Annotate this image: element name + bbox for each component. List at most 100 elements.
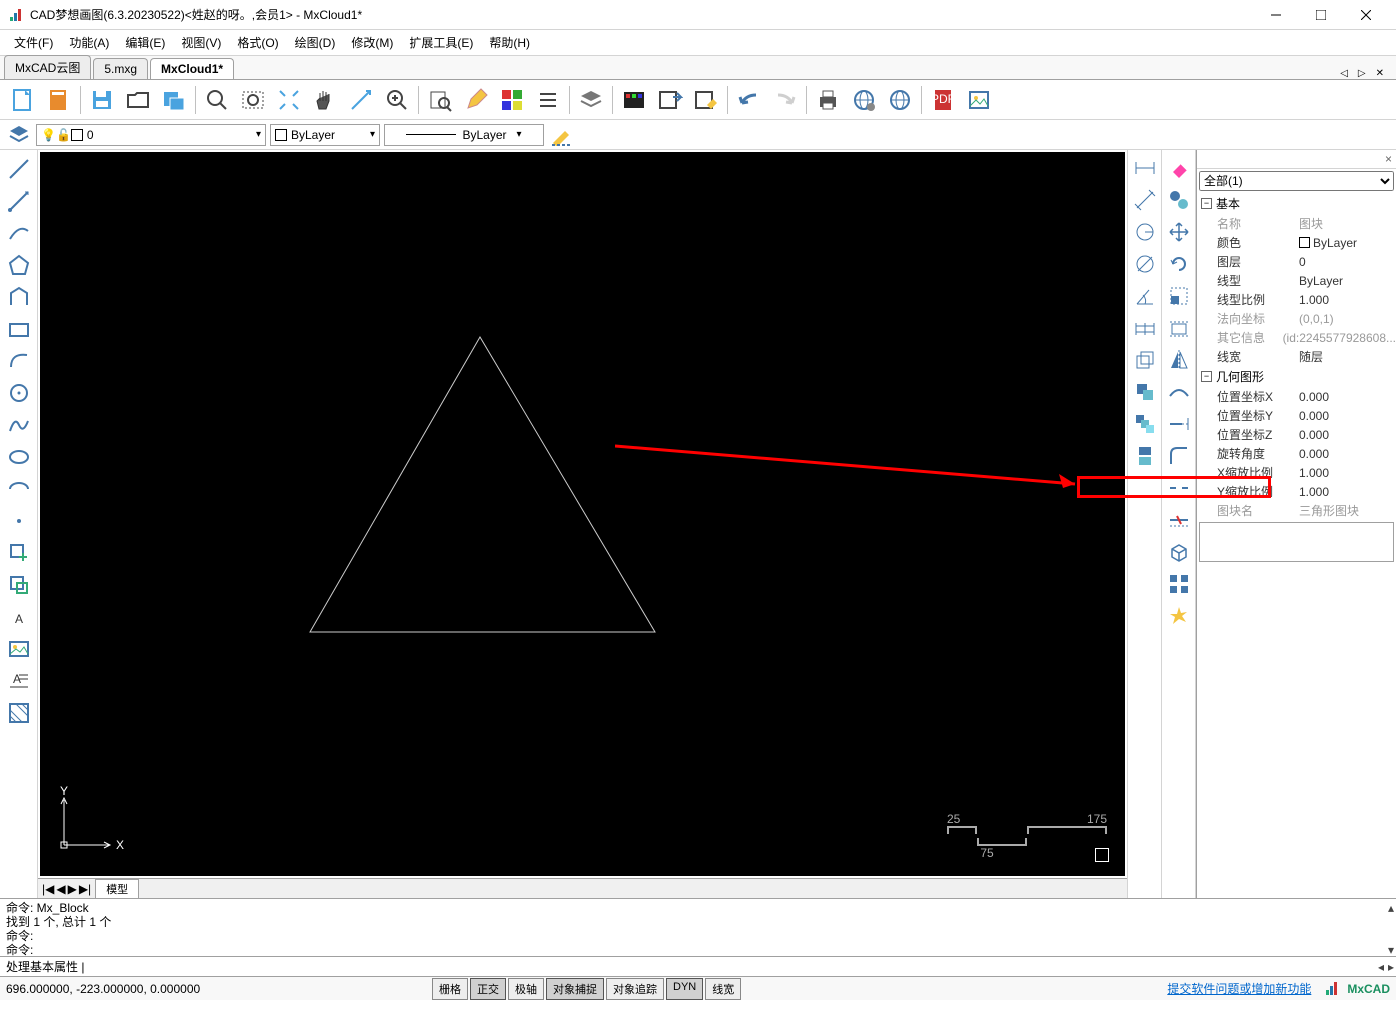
dim-diameter-icon[interactable]: [1131, 250, 1159, 278]
edit-icon[interactable]: [459, 83, 493, 117]
tab-next-icon[interactable]: ▷: [1354, 68, 1370, 79]
menu-function[interactable]: 功能(A): [63, 32, 115, 53]
dim-aligned-icon[interactable]: [1131, 186, 1159, 214]
zoom-extents-icon[interactable]: [272, 83, 306, 117]
prop-row[interactable]: 图层0: [1197, 252, 1396, 271]
rectangle-icon[interactable]: [4, 314, 34, 344]
status-toggle-正交[interactable]: 正交: [470, 978, 506, 1000]
line-icon[interactable]: [4, 154, 34, 184]
print-icon[interactable]: [811, 83, 845, 117]
prop-row[interactable]: X缩放比例1.000: [1197, 463, 1396, 482]
tab-mxcloud1[interactable]: MxCloud1*: [150, 58, 234, 79]
drawing-canvas[interactable]: Y X 25175 75: [40, 152, 1125, 876]
status-toggle-对象捕捉[interactable]: 对象捕捉: [546, 978, 604, 1000]
arc3-icon[interactable]: [4, 346, 34, 376]
status-toggle-极轴[interactable]: 极轴: [508, 978, 544, 1000]
zoom-window-icon[interactable]: [236, 83, 270, 117]
pdf-icon[interactable]: PDF: [926, 83, 960, 117]
prop-row[interactable]: 名称图块: [1197, 214, 1396, 233]
mirror-icon[interactable]: [1165, 346, 1193, 374]
array-icon[interactable]: [1165, 570, 1193, 598]
tool-cube-icon[interactable]: [1131, 346, 1159, 374]
prop-row[interactable]: 其它信息(id:2245577928608...: [1197, 328, 1396, 347]
redo-icon[interactable]: [768, 83, 802, 117]
pan-icon[interactable]: [308, 83, 342, 117]
spline-icon[interactable]: [4, 410, 34, 440]
feedback-link[interactable]: 提交软件问题或增加新功能: [1167, 980, 1311, 997]
measure-icon[interactable]: [344, 83, 378, 117]
menu-help[interactable]: 帮助(H): [483, 32, 536, 53]
layer-icon[interactable]: [574, 83, 608, 117]
layers-icon[interactable]: [6, 122, 32, 148]
save-as-icon[interactable]: [157, 83, 191, 117]
mtext-icon[interactable]: A: [4, 666, 34, 696]
sheet-next-icon[interactable]: ▶: [68, 882, 77, 896]
extend-icon[interactable]: [1165, 410, 1193, 438]
box3d-icon[interactable]: [1165, 538, 1193, 566]
text-icon[interactable]: A: [4, 602, 34, 632]
dim-radius-icon[interactable]: [1131, 218, 1159, 246]
status-toggle-DYN[interactable]: DYN: [666, 978, 703, 1000]
dim-continue-icon[interactable]: [1131, 314, 1159, 342]
new-cloud-icon[interactable]: [42, 83, 76, 117]
block-insert-icon[interactable]: [4, 538, 34, 568]
status-toggle-线宽[interactable]: 线宽: [705, 978, 741, 1000]
move-icon[interactable]: [1165, 218, 1193, 246]
circle-icon[interactable]: [4, 378, 34, 408]
prop-row[interactable]: 线型ByLayer: [1197, 271, 1396, 290]
command-input[interactable]: 处理基本属性 | ◂▸: [0, 956, 1396, 976]
close-button[interactable]: [1343, 1, 1388, 29]
section-basic[interactable]: −基本: [1197, 193, 1396, 214]
web-icon[interactable]: [883, 83, 917, 117]
new-file-icon[interactable]: [6, 83, 40, 117]
sheet-first-icon[interactable]: |◀: [42, 882, 54, 896]
polygon-icon[interactable]: [4, 250, 34, 280]
save-icon[interactable]: [85, 83, 119, 117]
property-edit-box[interactable]: [1199, 522, 1394, 562]
hatch-icon[interactable]: [4, 698, 34, 728]
find-icon[interactable]: [423, 83, 457, 117]
scroll-up-icon[interactable]: ▴: [1388, 901, 1394, 915]
prop-row[interactable]: 图块名三角形图块: [1197, 501, 1396, 520]
copy3-icon[interactable]: [1131, 410, 1159, 438]
highlight-icon[interactable]: [689, 83, 723, 117]
polyline-close-icon[interactable]: [4, 282, 34, 312]
undo-icon[interactable]: [732, 83, 766, 117]
panel-close-icon[interactable]: ×: [1385, 152, 1392, 166]
prop-row[interactable]: 旋转角度0.000: [1197, 444, 1396, 463]
menu-draw[interactable]: 绘图(D): [289, 32, 342, 53]
minimize-button[interactable]: [1253, 1, 1298, 29]
section-geometry[interactable]: −几何图形: [1197, 366, 1396, 387]
ellipse-icon[interactable]: [4, 442, 34, 472]
zoom-in-icon[interactable]: [380, 83, 414, 117]
menu-edit[interactable]: 编辑(E): [119, 32, 171, 53]
palette-icon[interactable]: [617, 83, 651, 117]
ray-icon[interactable]: [4, 186, 34, 216]
sheet-last-icon[interactable]: ▶|: [79, 882, 91, 896]
scale-icon[interactable]: [1165, 282, 1193, 310]
scroll-right-icon[interactable]: ▸: [1388, 960, 1394, 974]
arc-icon[interactable]: [4, 218, 34, 248]
tab-prev-icon[interactable]: ◁: [1336, 68, 1352, 79]
prop-row[interactable]: 线宽随层: [1197, 347, 1396, 366]
rotate-icon[interactable]: [1165, 250, 1193, 278]
tab-5mxg[interactable]: 5.mxg: [93, 58, 148, 79]
break-at-icon[interactable]: [1165, 506, 1193, 534]
move-down-icon[interactable]: [1131, 442, 1159, 470]
list-icon[interactable]: [531, 83, 565, 117]
ellipse-arc-icon[interactable]: [4, 474, 34, 504]
prop-row[interactable]: 位置坐标Z0.000: [1197, 425, 1396, 444]
image-icon[interactable]: [962, 83, 996, 117]
break-icon[interactable]: [1165, 474, 1193, 502]
prop-row[interactable]: 位置坐标X0.000: [1197, 387, 1396, 406]
scroll-down-icon[interactable]: ▾: [1388, 943, 1394, 957]
block-make-icon[interactable]: [4, 570, 34, 600]
status-toggle-对象追踪[interactable]: 对象追踪: [606, 978, 664, 1000]
copy2-icon[interactable]: [1165, 186, 1193, 214]
tab-cloud[interactable]: MxCAD云图: [4, 55, 91, 79]
linetype-selector[interactable]: ByLayer ▾: [384, 124, 544, 146]
layer-selector[interactable]: 💡 🔓 0 ▾: [36, 124, 266, 146]
trim-icon[interactable]: [1165, 378, 1193, 406]
insert-image-icon[interactable]: [4, 634, 34, 664]
menu-format[interactable]: 格式(O): [231, 32, 284, 53]
